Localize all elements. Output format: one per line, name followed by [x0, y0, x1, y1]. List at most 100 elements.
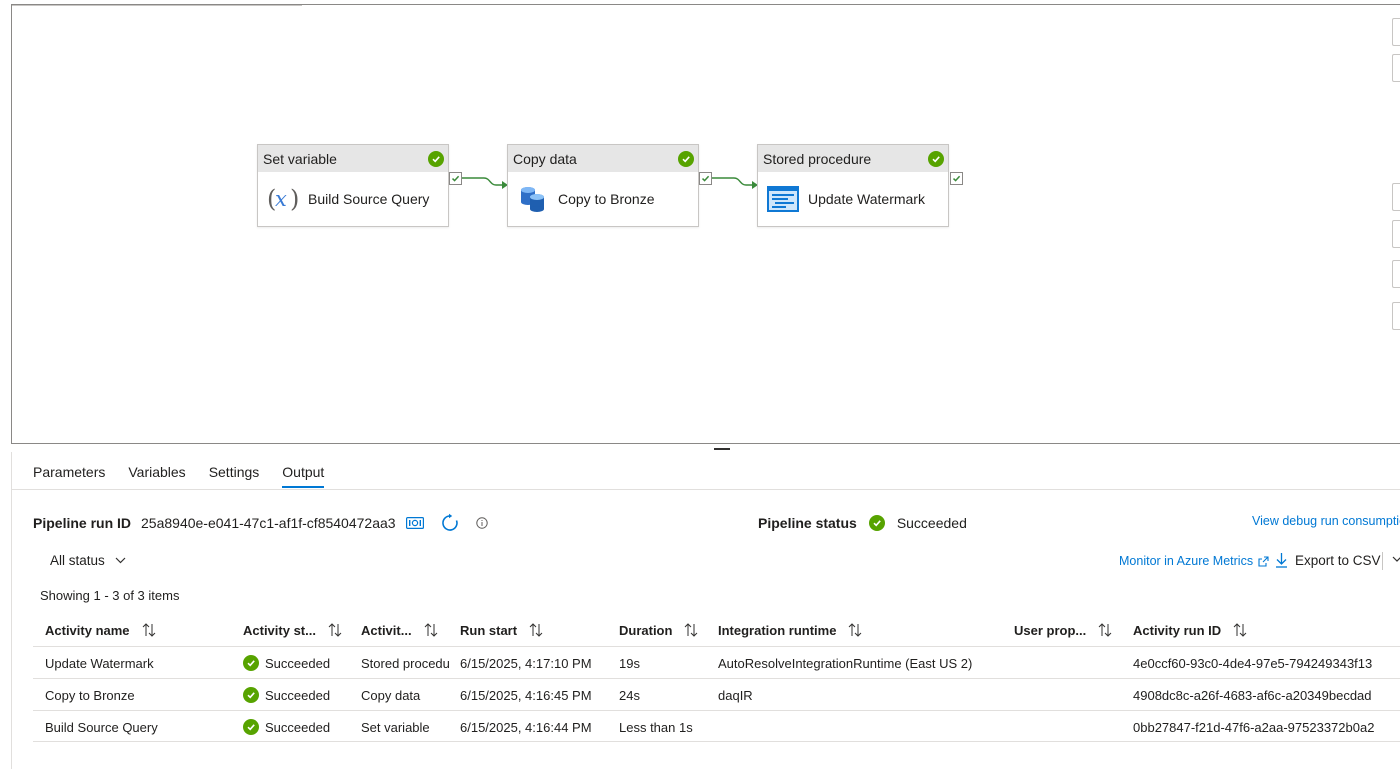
status-text: Succeeded — [265, 719, 331, 735]
column-header-integration-runtime[interactable]: Integration runtime — [718, 614, 1010, 646]
canvas-toolbar-button[interactable] — [1392, 18, 1400, 46]
on-success-output-port[interactable] — [950, 172, 963, 185]
activity-run-id-cell: 0bb27847-f21d-47f6-a2aa-97523372b0a2 — [1133, 719, 1375, 735]
activity-name-link[interactable]: Update Watermark — [45, 647, 235, 679]
tab-settings[interactable]: Settings — [209, 464, 260, 488]
view-debug-consumption-link[interactable]: View debug run consumption — [1252, 514, 1400, 528]
activity-copy-data[interactable]: Copy data Copy to Bronze — [507, 144, 699, 227]
sort-icon[interactable] — [424, 623, 438, 637]
user-properties-cell — [1014, 711, 1129, 743]
stored-procedure-icon — [766, 182, 800, 216]
pipeline-status-value: Succeeded — [896, 515, 967, 531]
column-header-activity-name[interactable]: Activity name — [45, 614, 235, 646]
integration-runtime-cell: daqIR — [718, 687, 753, 703]
success-check-icon — [243, 655, 259, 671]
table-row[interactable]: Build Source Query Succeeded Set variabl… — [33, 710, 1400, 742]
activity-set-variable[interactable]: Set variable ( x ) Build Source Query — [257, 144, 449, 227]
activity-type-label: Set variable — [263, 150, 337, 167]
export-to-csv-button[interactable]: Export to CSV — [1275, 552, 1381, 568]
sort-icon[interactable] — [684, 623, 698, 637]
tab-variables[interactable]: Variables — [128, 464, 185, 488]
activity-header: Stored procedure — [758, 145, 948, 172]
activity-run-id-cell: 4908dc8c-a26f-4683-af6c-a20349becdad — [1133, 687, 1372, 703]
activity-type-label: Stored procedure — [763, 150, 872, 167]
column-header-activity-type[interactable]: Activit... — [361, 614, 451, 646]
success-check-icon — [678, 150, 694, 167]
sort-icon[interactable] — [328, 623, 342, 637]
activity-name: Copy to Bronze — [558, 191, 655, 207]
pipeline-run-id-row: Pipeline run ID 25a8940e-e041-47c1-af1f-… — [33, 513, 488, 533]
sort-icon[interactable] — [529, 623, 543, 637]
integration-runtime-cell: AutoResolveIntegrationRuntime (East US 2… — [718, 655, 973, 671]
monitor-azure-metrics-label: Monitor in Azure Metrics — [1119, 554, 1254, 568]
success-connector-arrow — [462, 177, 508, 189]
info-icon[interactable] — [475, 517, 488, 529]
status-cell: Succeeded — [243, 679, 358, 711]
toolbar-divider — [1382, 552, 1383, 570]
success-connector-arrow — [712, 177, 758, 189]
tab-parameters[interactable]: Parameters — [33, 464, 105, 488]
run-start-cell: 6/15/2025, 4:16:44 PM — [460, 719, 592, 735]
status-cell: Succeeded — [243, 711, 358, 743]
panel-resize-handle[interactable] — [714, 448, 730, 450]
success-check-icon — [243, 687, 259, 703]
copy-run-id-icon[interactable] — [405, 517, 424, 529]
activity-type-cell: Set variable — [361, 719, 430, 735]
table-row[interactable]: Copy to Bronze Succeeded Copy data 6/15/… — [33, 678, 1400, 710]
monitor-azure-metrics-link[interactable]: Monitor in Azure Metrics — [1119, 554, 1269, 568]
sort-icon[interactable] — [1098, 623, 1112, 637]
chevron-down-icon — [115, 557, 126, 564]
column-header-label: Duration — [619, 622, 673, 638]
refresh-icon[interactable] — [440, 513, 460, 533]
activity-name-link[interactable]: Build Source Query — [45, 711, 235, 743]
success-check-icon — [928, 150, 944, 167]
status-filter-value: All status — [50, 553, 105, 568]
canvas-toolbar-button[interactable] — [1392, 260, 1400, 288]
run-start-cell: 6/15/2025, 4:17:10 PM — [460, 655, 592, 671]
column-header-activity-run-id[interactable]: Activity run ID — [1133, 614, 1400, 646]
activity-runs-table: Activity name Activity st... Activit... … — [33, 614, 1400, 742]
pipeline-status-label: Pipeline status — [758, 515, 857, 531]
properties-panel: Parameters Variables Settings Output Pip… — [11, 452, 1400, 769]
on-success-output-port[interactable] — [449, 172, 462, 185]
sort-icon[interactable] — [142, 623, 156, 637]
sort-icon[interactable] — [1233, 623, 1247, 637]
canvas-toolbar-button[interactable] — [1392, 183, 1400, 211]
status-text: Succeeded — [265, 687, 331, 703]
canvas-toolbar-button[interactable] — [1392, 302, 1400, 330]
items-count-text: Showing 1 - 3 of 3 items — [40, 588, 180, 603]
column-header-label: Activity name — [45, 622, 130, 638]
database-copy-icon — [516, 182, 550, 216]
status-text: Succeeded — [265, 655, 331, 671]
user-properties-cell — [1014, 647, 1129, 679]
user-properties-cell — [1014, 679, 1129, 711]
activity-header: Set variable — [258, 145, 448, 172]
table-row[interactable]: Update Watermark Succeeded Stored proced… — [33, 646, 1400, 678]
pipeline-status-row: Pipeline status Succeeded — [758, 513, 967, 533]
pipeline-canvas[interactable] — [11, 4, 1400, 444]
pipeline-run-id-value: 25a8940e-e041-47c1-af1f-cf8540472aa3 — [141, 515, 396, 531]
activity-type-cell: Copy data — [361, 687, 421, 703]
tab-output[interactable]: Output — [282, 464, 325, 488]
on-success-output-port[interactable] — [699, 172, 712, 185]
activity-name: Build Source Query — [308, 191, 430, 207]
column-header-duration[interactable]: Duration — [619, 614, 714, 646]
activity-stored-procedure[interactable]: Stored procedure Update Watermark — [757, 144, 949, 227]
column-header-user-properties[interactable]: User prop... — [1014, 614, 1129, 646]
run-start-cell: 6/15/2025, 4:16:45 PM — [460, 687, 592, 703]
column-header-run-start[interactable]: Run start — [460, 614, 615, 646]
canvas-top-divider — [12, 5, 302, 6]
column-header-label: Activity run ID — [1133, 622, 1222, 638]
column-header-activity-status[interactable]: Activity st... — [243, 614, 358, 646]
canvas-toolbar-button[interactable] — [1392, 54, 1400, 82]
sort-icon[interactable] — [848, 623, 862, 637]
download-icon — [1276, 553, 1287, 568]
activity-name-link[interactable]: Copy to Bronze — [45, 679, 235, 711]
success-check-icon — [243, 719, 259, 735]
status-filter-dropdown[interactable]: All status — [50, 553, 126, 568]
chevron-down-icon[interactable] — [1392, 556, 1400, 563]
canvas-toolbar-button[interactable] — [1392, 220, 1400, 248]
activity-run-id-cell: 4e0ccf60-93c0-4de4-97e5-794249343f13 — [1133, 655, 1373, 671]
svg-text:x: x — [275, 187, 287, 211]
success-check-icon — [868, 515, 885, 531]
